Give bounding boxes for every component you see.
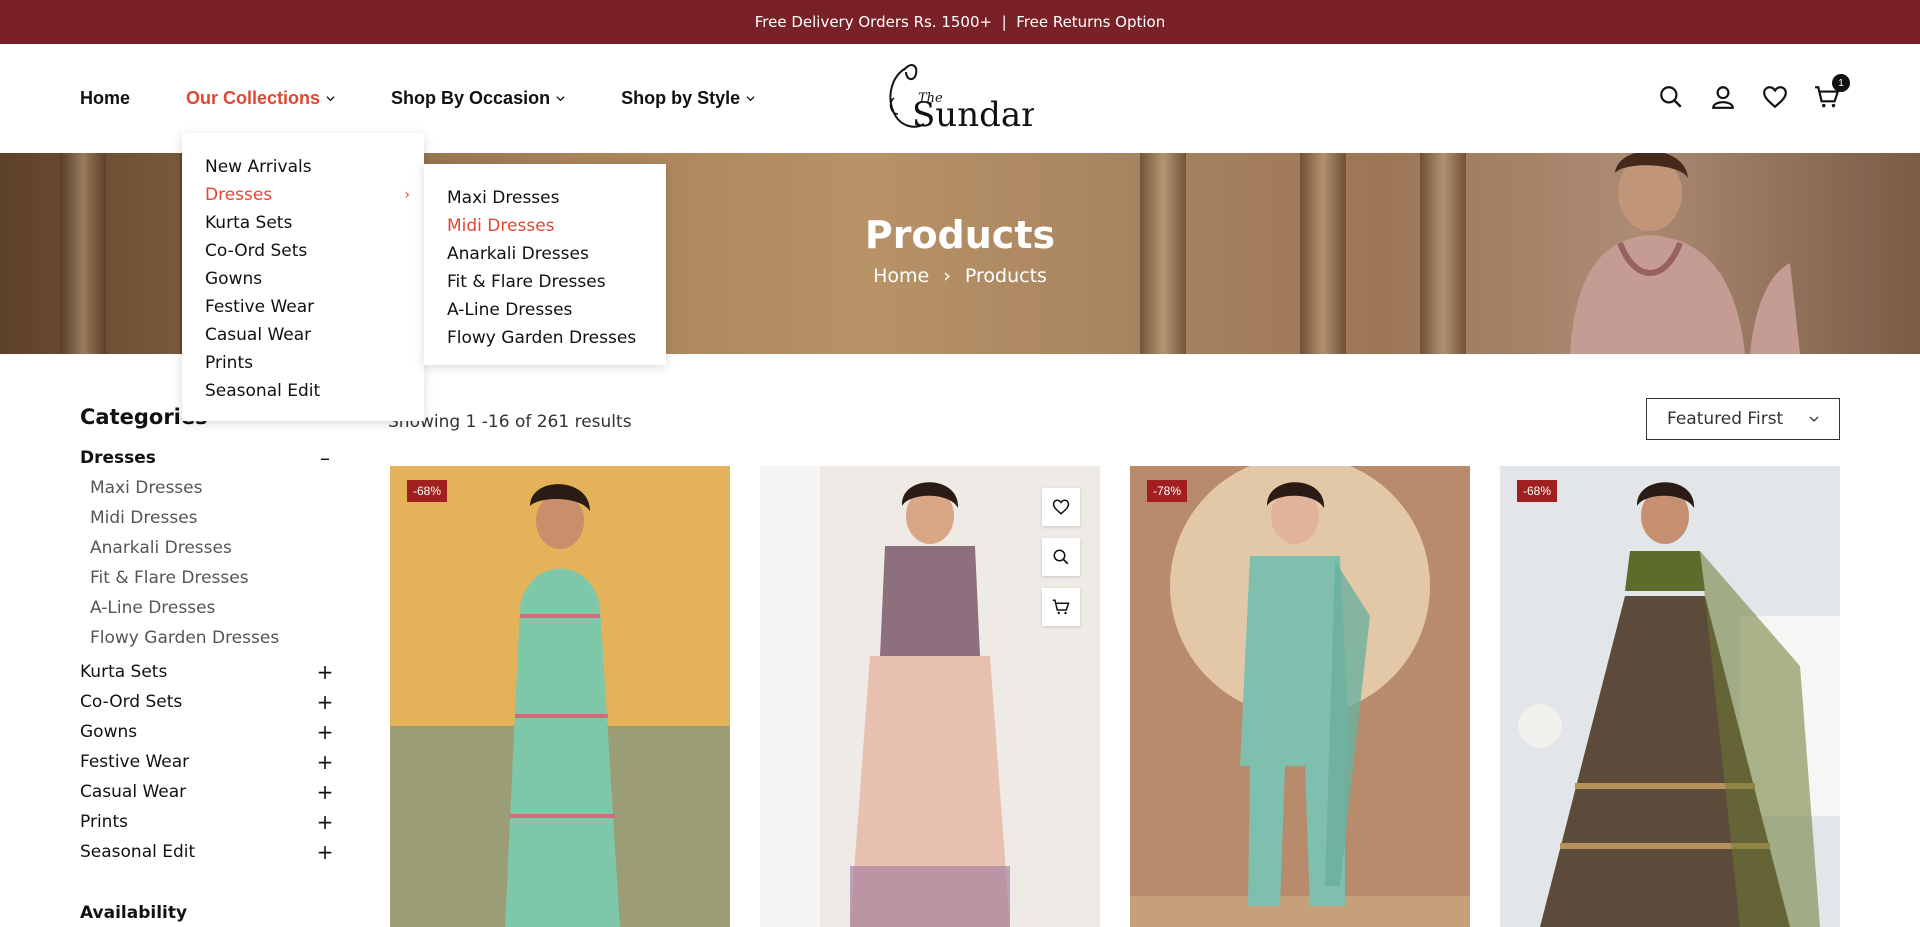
subcategory-anarkali-dresses[interactable]: Anarkali Dresses [90,533,335,563]
category-label: Co-Ord Sets [80,692,183,712]
nav-style-label: Shop by Style [621,88,741,108]
expand-icon[interactable]: + [315,780,335,804]
discount-badge: -78% [1147,480,1188,502]
expand-icon[interactable]: + [315,690,335,714]
menu-item-new-arrivals[interactable]: New Arrivals [182,153,424,181]
header-icons: 1 [1634,74,1850,112]
add-to-cart-icon[interactable] [1042,588,1080,626]
breadcrumb-separator: › [943,265,951,287]
wishlist-heart-icon[interactable] [1042,488,1080,526]
submenu-item-midi-dresses[interactable]: Midi Dresses [424,212,666,240]
discount-badge: -68% [407,480,448,502]
category-festive-wear[interactable]: Festive Wear + [80,747,335,777]
search-icon[interactable] [1656,82,1686,112]
subcategory-maxi-dresses[interactable]: Maxi Dresses [90,473,335,503]
category-seasonal-edit[interactable]: Seasonal Edit + [80,837,335,867]
breadcrumb-current: Products [964,265,1047,287]
subcategory-flowy-garden-dresses[interactable]: Flowy Garden Dresses [90,623,335,653]
category-sidebar: Categories Dresses – Maxi Dresses Midi D… [80,405,335,923]
product-card[interactable]: -68% [1500,466,1840,927]
subcategory-fit-flare-dresses[interactable]: Fit & Flare Dresses [90,563,335,593]
announcement-bar: Free Delivery Orders Rs. 1500+ | Free Re… [0,0,1920,44]
product-card[interactable]: -78% [1130,466,1470,927]
expand-icon[interactable]: + [315,660,335,684]
nav-home-label: Home [80,88,131,108]
menu-item-casual-wear[interactable]: Casual Wear [182,321,424,349]
sort-selected-value: Featured First [1667,409,1784,429]
category-label: Festive Wear [80,752,190,772]
submenu-item-maxi-dresses[interactable]: Maxi Dresses [424,184,666,212]
submenu-item-anarkali-dresses[interactable]: Anarkali Dresses [424,240,666,268]
cart-icon[interactable]: 1 [1812,74,1850,112]
product-card[interactable]: -68% [390,466,730,927]
breadcrumb-home[interactable]: Home [873,265,929,287]
collapse-icon[interactable]: – [315,446,335,470]
expand-icon[interactable]: + [315,750,335,774]
category-casual-wear[interactable]: Casual Wear + [80,777,335,807]
logo-name: Sundari [912,95,1034,135]
chevron-down-icon [746,96,755,102]
chevron-down-icon [1809,416,1819,422]
category-label: Prints [80,812,128,832]
expand-icon[interactable]: + [315,810,335,834]
category-kurta-sets[interactable]: Kurta Sets + [80,657,335,687]
menu-item-festive-wear[interactable]: Festive Wear [182,293,424,321]
account-icon[interactable] [1708,82,1738,112]
category-prints[interactable]: Prints + [80,807,335,837]
announcement-text: Free Delivery Orders Rs. 1500+ | Free Re… [754,13,1166,31]
menu-item-dresses[interactable]: Dresses › [182,181,424,209]
product-grid: -68% -78% -68% [390,466,1840,927]
nav-home[interactable]: Home [80,88,130,109]
nav-our-collections[interactable]: Our Collections [186,88,335,109]
product-card[interactable] [760,466,1100,927]
nav-shop-by-occasion[interactable]: Shop By Occasion [391,88,565,109]
product-image [1500,466,1840,927]
discount-badge: -68% [1517,480,1558,502]
category-dresses[interactable]: Dresses – [80,443,335,473]
subcategory-midi-dresses[interactable]: Midi Dresses [90,503,335,533]
nav-shop-by-style[interactable]: Shop by Style [621,88,755,109]
submenu-item-fit-flare-dresses[interactable]: Fit & Flare Dresses [424,268,666,296]
site-logo[interactable]: The Sundari [884,58,1034,138]
submenu-item-flowy-garden-dresses[interactable]: Flowy Garden Dresses [424,324,666,352]
cart-count-badge: 1 [1832,74,1850,92]
nav-collections-label: Our Collections [186,88,321,108]
quick-view-search-icon[interactable] [1042,538,1080,576]
sort-select[interactable]: Featured First [1646,398,1840,440]
wishlist-heart-icon[interactable] [1760,82,1790,112]
results-count: Showing 1 -16 of 261 results [388,412,632,432]
category-label: Gowns [80,722,138,742]
product-image [390,466,730,927]
nav-occasion-label: Shop By Occasion [391,88,551,108]
menu-item-kurta-sets[interactable]: Kurta Sets [182,209,424,237]
dresses-subcategory-list: Maxi Dresses Midi Dresses Anarkali Dress… [80,473,335,653]
category-label: Seasonal Edit [80,842,196,862]
submenu-item-a-line-dresses[interactable]: A-Line Dresses [424,296,666,324]
category-co-ord-sets[interactable]: Co-Ord Sets + [80,687,335,717]
category-gowns[interactable]: Gowns + [80,717,335,747]
collections-dropdown: New Arrivals Dresses › Kurta Sets Co-Ord… [182,133,424,421]
menu-item-gowns[interactable]: Gowns [182,265,424,293]
chevron-down-icon [556,96,565,102]
quick-actions [1042,488,1080,638]
expand-icon[interactable]: + [315,840,335,864]
category-label: Casual Wear [80,782,187,802]
chevron-right-icon: › [404,187,410,203]
expand-icon[interactable]: + [315,720,335,744]
menu-item-dresses-label: Dresses [205,185,273,205]
product-image [1130,466,1470,927]
menu-item-prints[interactable]: Prints [182,349,424,377]
subcategory-a-line-dresses[interactable]: A-Line Dresses [90,593,335,623]
menu-item-seasonal-edit[interactable]: Seasonal Edit [182,377,424,405]
dresses-submenu: Maxi Dresses Midi Dresses Anarkali Dress… [424,164,666,365]
category-label: Kurta Sets [80,662,168,682]
category-label: Dresses [80,448,156,468]
chevron-down-icon [326,96,335,102]
availability-filter-title[interactable]: Availability [80,903,335,923]
menu-item-co-ord-sets[interactable]: Co-Ord Sets [182,237,424,265]
